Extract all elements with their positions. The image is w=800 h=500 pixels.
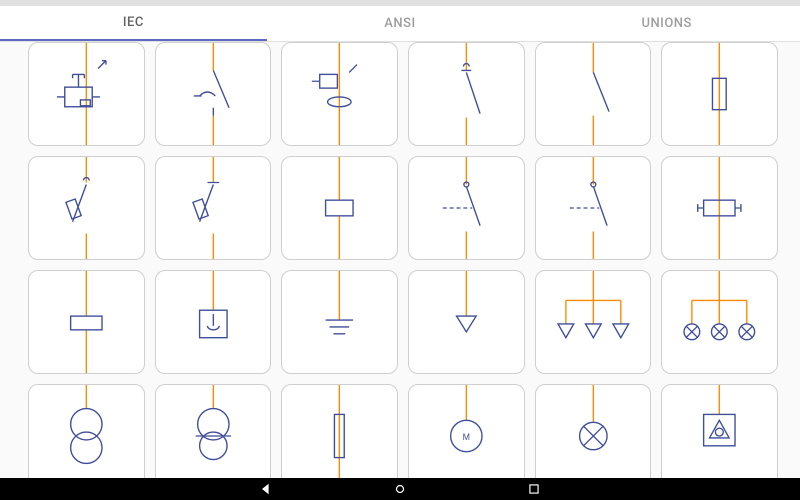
fuse-long-icon — [282, 385, 397, 478]
fuse-switch-r-icon — [156, 157, 271, 259]
xfmr2-icon — [29, 385, 144, 478]
nav-recent-icon[interactable] — [527, 482, 541, 496]
motor-letter: M — [463, 432, 470, 442]
symbol-disconnector-manual[interactable] — [155, 42, 272, 146]
symbol-relay-coil[interactable] — [28, 270, 145, 374]
switch-break-icon — [536, 43, 651, 145]
symbol-three-lamp-bus[interactable] — [661, 270, 778, 374]
tab-iec[interactable]: IEC — [0, 6, 267, 41]
symbol-circuit-breaker-with-protection[interactable] — [28, 42, 145, 146]
tab-unions[interactable]: UNIONS — [533, 6, 800, 41]
tab-label: UNIONS — [641, 16, 691, 31]
delta-box-icon — [662, 385, 777, 478]
nav-back-icon[interactable] — [259, 482, 273, 496]
motor-icon: M — [409, 385, 524, 478]
cb-sensor-icon — [282, 43, 397, 145]
relay-coil-icon — [29, 271, 144, 373]
symbol-fuse-switch-left[interactable] — [28, 156, 145, 260]
tab-label: ANSI — [384, 16, 415, 31]
disconnector-icon — [409, 43, 524, 145]
lamp-icon — [536, 385, 651, 478]
circuit-breaker-icon — [29, 43, 144, 145]
earth-box-icon — [156, 271, 271, 373]
isolator-solid-icon — [536, 157, 651, 259]
symbol-transformer-auto[interactable] — [155, 384, 272, 478]
nav-home-icon[interactable] — [393, 482, 407, 496]
isolator-dash-icon — [409, 157, 524, 259]
earth-icon — [282, 271, 397, 373]
symbol-fuse-with-contacts[interactable] — [661, 156, 778, 260]
symbol-earth-ground[interactable] — [281, 270, 398, 374]
symbol-circuit-breaker-sensor[interactable] — [281, 42, 398, 146]
xfmr-auto-icon — [156, 385, 271, 478]
arrow-down-icon — [409, 271, 524, 373]
symbol-earth-box[interactable] — [155, 270, 272, 374]
symbol-fuse-long[interactable] — [281, 384, 398, 478]
symbol-inline-box[interactable] — [281, 156, 398, 260]
disconnector-manual-icon — [156, 43, 271, 145]
symbol-delta-in-box[interactable] — [661, 384, 778, 478]
android-nav-bar — [0, 478, 800, 500]
inline-box-icon — [282, 157, 397, 259]
symbol-disconnector[interactable] — [408, 42, 525, 146]
symbol-isolator-dashed[interactable] — [408, 156, 525, 260]
fuse-switch-l-icon — [29, 157, 144, 259]
symbol-motor[interactable]: M — [408, 384, 525, 478]
symbol-fuse-switch-right[interactable] — [155, 156, 272, 260]
symbol-lamp[interactable] — [535, 384, 652, 478]
tab-label: IEC — [123, 15, 144, 30]
symbol-arrow-down[interactable] — [408, 270, 525, 374]
three-lamp-icon — [662, 271, 777, 373]
symbol-isolator-solid[interactable] — [535, 156, 652, 260]
symbol-grid: M — [28, 42, 778, 478]
three-arrow-icon — [536, 271, 651, 373]
symbol-three-arrow-bus[interactable] — [535, 270, 652, 374]
symbol-fuse-rect[interactable] — [661, 42, 778, 146]
fuse-contacts-icon — [662, 157, 777, 259]
symbol-switch-break[interactable] — [535, 42, 652, 146]
tab-ansi[interactable]: ANSI — [267, 6, 534, 41]
tab-bar: IEC ANSI UNIONS — [0, 6, 800, 42]
symbol-transformer-two-winding[interactable] — [28, 384, 145, 478]
fuse-icon — [662, 43, 777, 145]
